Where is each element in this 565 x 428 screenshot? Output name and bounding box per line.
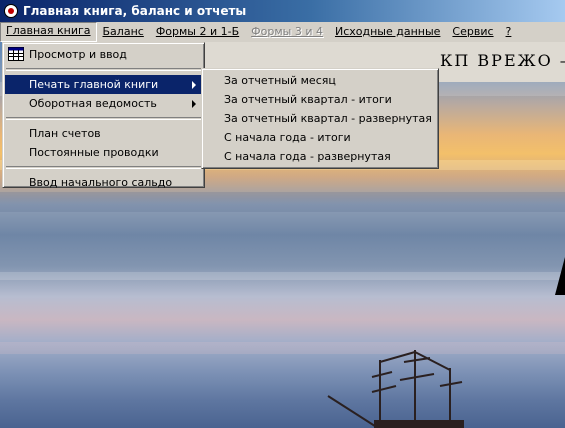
submenu-item-ytd-detailed[interactable]: С начала года - развернутая <box>204 147 436 166</box>
menu-item-view-and-input[interactable]: Просмотр и ввод <box>5 45 202 64</box>
menu-separator <box>6 68 201 71</box>
title-bar: Главная книга, баланс и отчеты <box>0 0 565 22</box>
menu-item-standing-entries[interactable]: Постоянные проводки <box>5 143 202 162</box>
menu-service[interactable]: Сервис <box>446 23 499 41</box>
menu-item-label: Печать главной книги <box>29 78 159 91</box>
menu-bar: Главная книга Баланс Формы 2 и 1-Б Формы… <box>0 22 565 42</box>
menu-separator <box>6 166 201 169</box>
general-ledger-menu: Просмотр и ввод Печать главной книги Обо… <box>2 42 205 189</box>
menu-item-chart-of-accounts[interactable]: План счетов <box>5 124 202 143</box>
menu-separator <box>6 117 201 120</box>
ledger-grid-icon <box>8 47 24 61</box>
menu-forms-3-4: Формы 3 и 4 <box>251 25 323 38</box>
menu-item-label: Постоянные проводки <box>29 146 159 159</box>
menu-item-turnover-sheet[interactable]: Оборотная ведомость <box>5 94 202 113</box>
menu-item-label: Ввод начального сальдо <box>29 176 173 189</box>
submenu-item-month[interactable]: За отчетный месяц <box>204 71 436 90</box>
print-ledger-submenu: За отчетный месяц За отчетный квартал - … <box>201 68 439 169</box>
submenu-item-ytd-totals[interactable]: С начала года - итоги <box>204 128 436 147</box>
app-icon[interactable] <box>4 4 18 18</box>
menu-source-data[interactable]: Исходные данные <box>329 23 446 41</box>
menu-help[interactable]: ? <box>500 23 518 41</box>
menu-item-label: План счетов <box>29 127 101 140</box>
menu-balance[interactable]: Баланс <box>97 23 150 41</box>
submenu-item-quarter-totals[interactable]: За отчетный квартал - итоги <box>204 90 436 109</box>
menu-forms-2-1b[interactable]: Формы 2 и 1-Б <box>150 23 245 41</box>
submenu-item-quarter-detailed[interactable]: За отчетный квартал - развернутая <box>204 109 436 128</box>
menu-item-print-ledger[interactable]: Печать главной книги <box>5 75 202 94</box>
menu-item-label: Просмотр и ввод <box>29 48 127 61</box>
menu-item-opening-balance[interactable]: Ввод начального сальдо <box>5 173 202 192</box>
menu-item-label: Оборотная ведомость <box>29 97 157 110</box>
ship-silhouette-icon <box>327 350 464 428</box>
background-header-text: КП ВРЕЖО – <box>440 51 565 70</box>
window-title: Главная книга, баланс и отчеты <box>23 4 247 18</box>
submenu-arrow-icon <box>192 81 196 89</box>
menu-general-ledger[interactable]: Главная книга <box>0 22 97 42</box>
submenu-arrow-icon <box>192 100 196 108</box>
